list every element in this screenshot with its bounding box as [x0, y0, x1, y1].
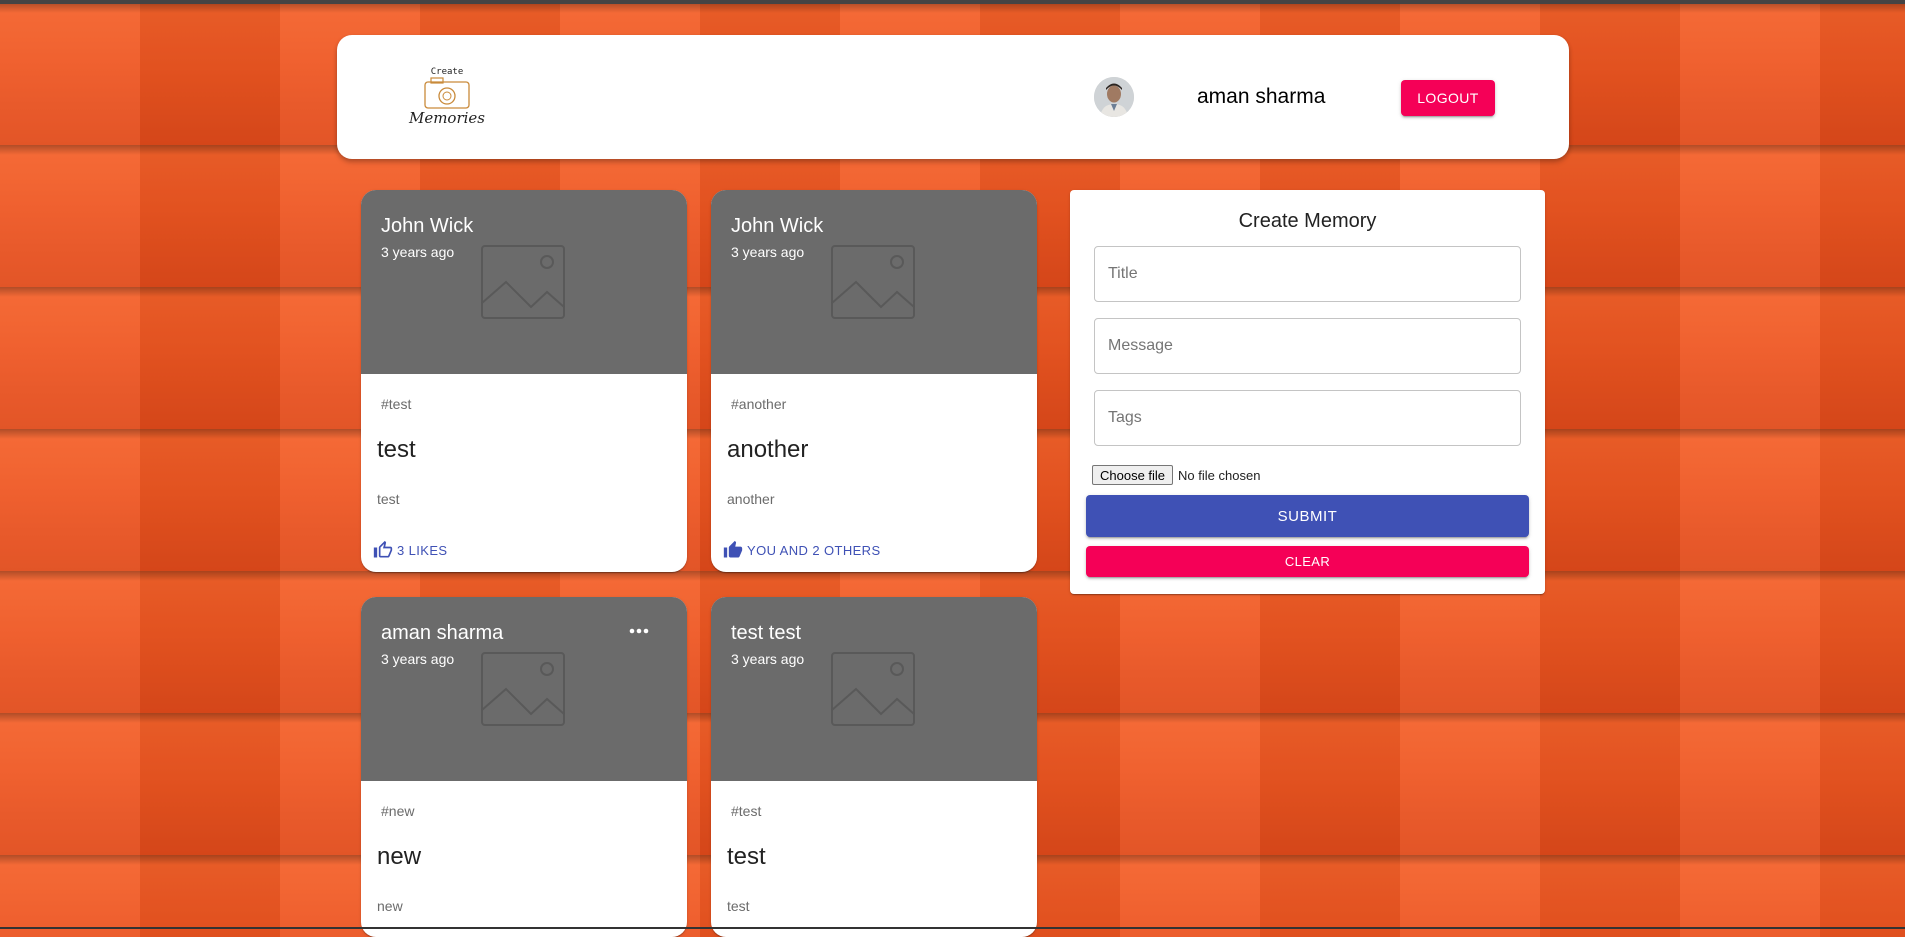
post-message: test [727, 898, 750, 914]
like-count: 3 LIKES [397, 542, 448, 558]
post-tags: #test [381, 396, 412, 412]
logo-camera-icon: Create Memories [408, 67, 485, 127]
post-title: test [727, 843, 766, 870]
post-author: test test [731, 622, 802, 644]
post-card[interactable]: aman sharma 3 years ago #new new new [361, 597, 687, 937]
choose-file-button[interactable]: Choose file [1092, 465, 1174, 485]
post-author: John Wick [381, 215, 474, 237]
post-media: aman sharma 3 years ago [361, 597, 687, 781]
post-time: 3 years ago [731, 244, 805, 260]
post-card[interactable]: test test 3 years ago #test test test [711, 597, 1037, 937]
file-input: Choose file No file chosen [1092, 465, 1260, 485]
post-title: new [377, 843, 422, 870]
thumb-up-filled-icon [723, 540, 743, 558]
app-bar: Create Memories aman sharma LOGOUT [337, 35, 1569, 159]
post-message: test [377, 491, 400, 507]
like-count: YOU AND 2 OTHERS [747, 542, 881, 558]
post-time: 3 years ago [731, 651, 805, 667]
logout-button[interactable]: LOGOUT [1401, 80, 1495, 116]
post-message: new [377, 898, 403, 914]
logo-text-top: Create [431, 67, 464, 77]
message-input[interactable] [1094, 318, 1521, 374]
logo-text-bottom: Memories [408, 109, 485, 127]
post-author: John Wick [731, 215, 824, 237]
post-media: John Wick 3 years ago [361, 190, 687, 374]
image-placeholder-icon [481, 652, 565, 726]
image-placeholder-icon [831, 245, 915, 319]
image-placeholder-icon [481, 245, 565, 319]
window-top-border [0, 0, 1905, 4]
submit-button[interactable]: SUBMIT [1086, 495, 1529, 537]
user-name: aman sharma [1197, 85, 1326, 108]
title-input[interactable] [1094, 246, 1521, 302]
post-title: test [377, 436, 416, 463]
post-tags: #another [731, 396, 787, 412]
image-placeholder-icon [831, 652, 915, 726]
post-title: another [727, 436, 809, 463]
post-media: test test 3 years ago [711, 597, 1037, 781]
post-card[interactable]: John Wick 3 years ago #another another a… [711, 190, 1037, 572]
create-memory-form: Create Memory Choose file No file chosen… [1070, 190, 1545, 594]
post-time: 3 years ago [381, 244, 455, 260]
post-message: another [727, 491, 775, 507]
post-tags: #new [381, 803, 415, 819]
more-horiz-icon[interactable] [624, 621, 654, 641]
tags-input[interactable] [1094, 390, 1521, 446]
post-time: 3 years ago [381, 651, 455, 667]
post-card[interactable]: John Wick 3 years ago #test test test 3 … [361, 190, 687, 572]
thumb-up-outline-icon [373, 540, 393, 558]
clear-button[interactable]: CLEAR [1086, 546, 1529, 577]
post-media: John Wick 3 years ago [711, 190, 1037, 374]
avatar-image [1094, 77, 1134, 117]
post-author: aman sharma [381, 622, 504, 644]
like-button[interactable]: 3 LIKES [373, 538, 448, 562]
avatar[interactable] [1094, 77, 1134, 117]
file-status: No file chosen [1178, 467, 1261, 483]
form-heading: Create Memory [1238, 210, 1377, 232]
like-button[interactable]: YOU AND 2 OTHERS [723, 538, 881, 562]
memories-logo[interactable]: Create Memories [407, 65, 487, 129]
post-tags: #test [731, 803, 762, 819]
